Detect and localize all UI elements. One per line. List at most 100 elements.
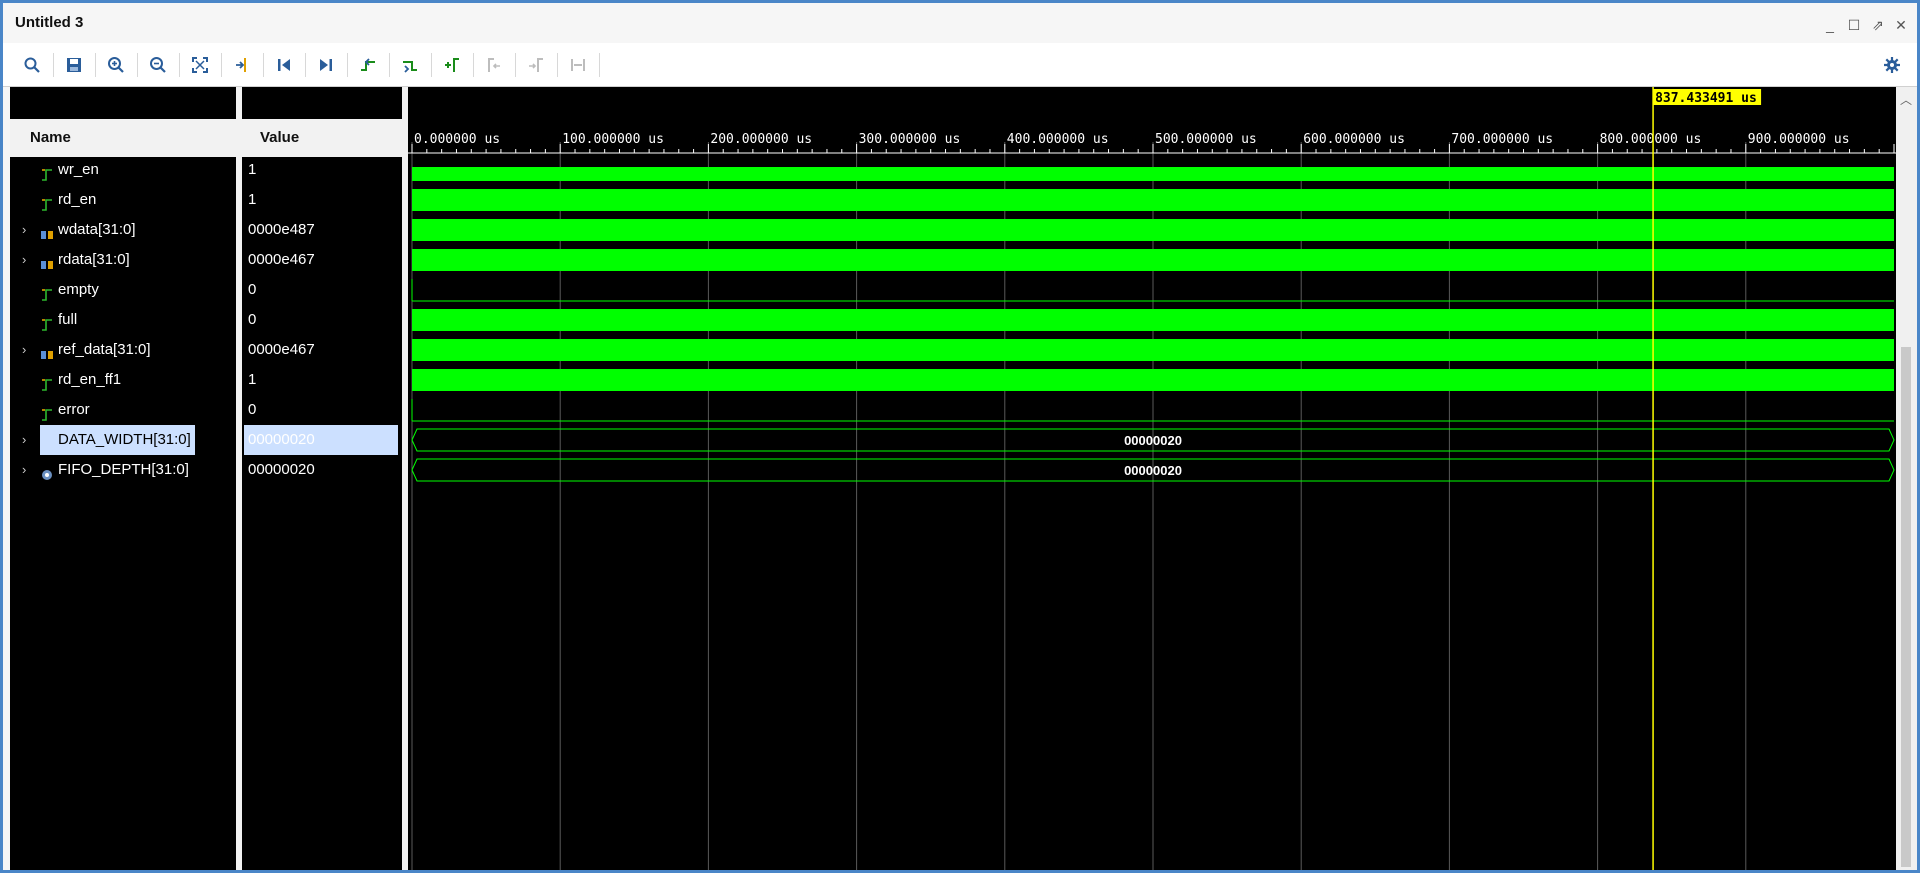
waveform-trace xyxy=(412,167,1894,181)
waveform-trace xyxy=(412,249,1894,271)
signal-value: 0 xyxy=(248,281,257,298)
bit-signal-icon xyxy=(40,163,54,181)
signal-row[interactable]: rd_en xyxy=(10,185,236,215)
bit-signal-icon xyxy=(40,193,54,211)
next-transition-icon[interactable] xyxy=(397,52,423,78)
zoom-out-icon[interactable] xyxy=(145,52,171,78)
bus-value-label: 00000020 xyxy=(1124,463,1182,478)
signal-row[interactable]: › wdata[31:0] xyxy=(10,215,236,245)
signal-name-list: wr_en rd_en › wdata[31:0] › rdata[31:0] empty f… xyxy=(10,157,236,870)
search-icon[interactable] xyxy=(19,52,45,78)
minimize-icon[interactable]: _ xyxy=(1821,17,1839,33)
signal-row[interactable]: full xyxy=(10,305,236,335)
time-tick-label: 300.000000 us xyxy=(859,132,961,147)
signal-row[interactable]: › ref_data[31:0] xyxy=(10,335,236,365)
waveform-svg: 0.000000 us 100.000000 us 200.000000 us 300… xyxy=(408,87,1896,870)
signal-value: 1 xyxy=(248,371,257,388)
time-tick-label: 900.000000 us xyxy=(1748,132,1850,147)
waveform-trace xyxy=(412,309,1894,331)
signal-row[interactable]: wr_en xyxy=(10,157,236,185)
value-column-header[interactable]: Value xyxy=(242,119,402,157)
signal-row[interactable]: › rdata[31:0] xyxy=(10,245,236,275)
swap-cursors-icon[interactable] xyxy=(565,52,591,78)
toolbar-separator xyxy=(95,53,96,77)
previous-transition-icon[interactable] xyxy=(355,52,381,78)
time-tick-label: 400.000000 us xyxy=(1007,132,1109,147)
time-tick-label: 600.000000 us xyxy=(1303,132,1405,147)
signal-row[interactable]: empty xyxy=(10,275,236,305)
bus-signal-icon xyxy=(40,223,54,239)
waveform-canvas[interactable]: 0.000000 us 100.000000 us 200.000000 us 300… xyxy=(408,87,1896,870)
zoom-in-icon[interactable] xyxy=(103,52,129,78)
signal-value: 0000e467 xyxy=(248,251,315,268)
expand-chevron-icon[interactable]: › xyxy=(22,335,26,365)
bit-signal-icon xyxy=(40,283,54,301)
signal-value-panel: Value 1 1 0000e487 0000e467 0 0 0000e467 1 0 0000… xyxy=(242,87,402,870)
signal-row[interactable]: › FIFO_DEPTH[31:0] xyxy=(10,455,236,485)
time-tick-label: 800.000000 us xyxy=(1600,132,1702,147)
expand-chevron-icon[interactable]: › xyxy=(22,215,26,245)
expand-chevron-icon[interactable]: › xyxy=(22,455,26,485)
gear-icon[interactable] xyxy=(1879,52,1905,78)
save-icon[interactable] xyxy=(61,52,87,78)
toolbar-separator xyxy=(473,53,474,77)
parameter-icon xyxy=(40,463,54,480)
scroll-up-icon[interactable]: ︿ xyxy=(1900,91,1912,108)
signal-value: 0000e467 xyxy=(248,341,315,358)
bit-signal-icon xyxy=(40,403,54,421)
signal-name: wdata[31:0] xyxy=(58,221,136,238)
signal-name: FIFO_DEPTH[31:0] xyxy=(58,461,189,478)
signal-value: 00000020 xyxy=(244,425,398,455)
bit-signal-icon xyxy=(40,373,54,391)
signal-value: 0000e487 xyxy=(248,221,315,238)
toolbar-separator xyxy=(515,53,516,77)
bit-signal-icon xyxy=(40,313,54,331)
bus-value-label: 00000020 xyxy=(1124,433,1182,448)
signal-row[interactable]: › DATA_WIDTH[31:0] xyxy=(10,425,236,455)
zoom-fit-icon[interactable] xyxy=(187,52,213,78)
signal-value: 0 xyxy=(248,401,257,418)
signal-row[interactable]: rd_en_ff1 xyxy=(10,365,236,395)
toolbar-separator xyxy=(221,53,222,77)
float-icon[interactable]: ⇗ xyxy=(1869,17,1887,34)
toolbar-separator xyxy=(599,53,600,77)
time-tick-label: 100.000000 us xyxy=(562,132,664,147)
add-marker-icon[interactable] xyxy=(439,52,465,78)
close-icon[interactable]: ✕ xyxy=(1892,17,1910,34)
previous-marker-icon[interactable] xyxy=(481,52,507,78)
signal-value-list: 1 1 0000e487 0000e467 0 0 0000e467 1 0 00000020 00… xyxy=(242,157,402,870)
waveform-trace xyxy=(412,219,1894,241)
signal-name: wr_en xyxy=(58,161,99,178)
expand-chevron-icon[interactable]: › xyxy=(22,245,26,275)
signal-name: DATA_WIDTH[31:0] xyxy=(40,425,195,455)
maximize-icon[interactable]: ☐ xyxy=(1845,17,1863,34)
expand-chevron-icon[interactable]: › xyxy=(22,425,26,455)
scrollbar-thumb[interactable] xyxy=(1901,347,1911,867)
signal-value: 00000020 xyxy=(248,461,315,478)
toolbar-separator xyxy=(347,53,348,77)
window-title: Untitled 3 xyxy=(15,14,84,31)
next-marker-icon[interactable] xyxy=(523,52,549,78)
signal-name: ref_data[31:0] xyxy=(58,341,151,358)
signal-name: rd_en_ff1 xyxy=(58,371,122,388)
toolbar-separator xyxy=(179,53,180,77)
signal-name: error xyxy=(58,401,90,418)
name-column-header[interactable]: Name xyxy=(10,119,236,157)
signal-name: empty xyxy=(58,281,99,298)
vertical-scrollbar[interactable]: ︿ xyxy=(1896,87,1917,870)
toolbar-separator xyxy=(557,53,558,77)
go-to-cursor-icon[interactable] xyxy=(229,52,255,78)
signal-name: full xyxy=(58,311,78,328)
title-bar: Untitled 3 _ ☐ ⇗ ✕ xyxy=(3,3,1917,43)
toolbar-separator xyxy=(431,53,432,77)
toolbar xyxy=(3,43,1917,87)
go-to-end-icon[interactable] xyxy=(313,52,339,78)
signal-value: 1 xyxy=(248,161,257,178)
time-tick-label: 700.000000 us xyxy=(1451,132,1553,147)
waveform-trace xyxy=(412,339,1894,361)
signal-row[interactable]: error xyxy=(10,395,236,425)
waveform-trace xyxy=(412,369,1894,391)
bus-signal-icon xyxy=(40,253,54,269)
go-to-start-icon[interactable] xyxy=(271,52,297,78)
toolbar-separator xyxy=(137,53,138,77)
